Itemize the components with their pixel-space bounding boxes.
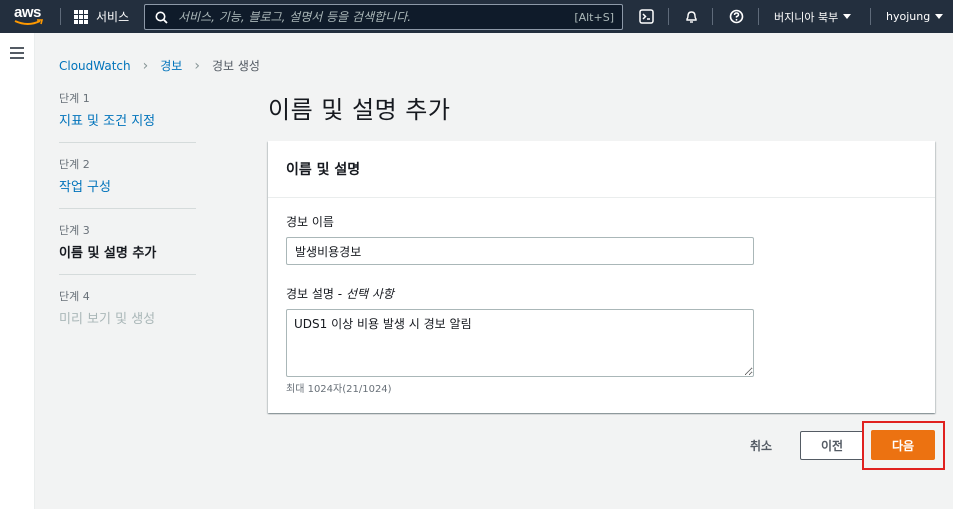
services-menu-button[interactable]: 서비스 [74, 0, 129, 33]
side-navigation-rail [0, 33, 35, 509]
nav-divider [668, 8, 669, 25]
cancel-button[interactable]: 취소 [738, 431, 784, 459]
bell-icon [685, 11, 697, 23]
step-link[interactable]: 지표 및 조건 지정 [59, 110, 196, 129]
region-label: 버지니아 북부 [774, 10, 839, 24]
step-number: 단계 2 [59, 158, 90, 171]
name-description-panel: 이름 및 설명 경보 이름 경보 설명 - 선택 사항 UDS1 이상 비용 발… [268, 141, 935, 413]
caret-down-icon [843, 14, 852, 19]
notifications-button[interactable] [680, 0, 702, 33]
menu-icon[interactable] [10, 47, 24, 62]
user-label: hyojung [886, 10, 931, 23]
caret-down-icon [935, 14, 944, 19]
aws-logo[interactable]: aws [12, 4, 46, 30]
account-menu[interactable]: hyojung [886, 0, 944, 33]
top-navigation: aws 서비스 [Alt+S] [0, 0, 953, 33]
region-selector[interactable]: 버지니아 북부 [774, 0, 852, 33]
panel-header: 이름 및 설명 [268, 141, 935, 198]
help-button[interactable] [724, 0, 748, 33]
previous-button[interactable]: 이전 [800, 431, 864, 460]
breadcrumb-alarms[interactable]: 경보 [160, 57, 182, 74]
character-count-hint: 최대 1024자(21/1024) [286, 384, 392, 395]
description-label-text: 경보 설명 - [286, 287, 346, 301]
optional-label: 선택 사항 [345, 287, 394, 301]
nav-divider [60, 8, 61, 25]
help-icon [729, 9, 743, 24]
search-shortcut-hint: [Alt+S] [574, 10, 614, 24]
search-bar[interactable]: [Alt+S] [144, 4, 623, 30]
step-number: 단계 3 [59, 224, 90, 237]
breadcrumb-create-alarm: 경보 생성 [211, 59, 260, 73]
services-label: 서비스 [96, 10, 130, 24]
alarm-description-textarea[interactable]: UDS1 이상 비용 발생 시 경보 알림 [286, 309, 754, 377]
chevron-right-icon: › [142, 57, 149, 74]
nav-divider [712, 8, 713, 25]
breadcrumb: CloudWatch › 경보 › 경보 생성 [59, 57, 260, 74]
step-number: 단계 4 [59, 290, 90, 303]
search-icon [155, 11, 168, 24]
next-button[interactable]: 다음 [871, 430, 935, 460]
page-title: 이름 및 설명 추가 [268, 96, 451, 124]
cloudshell-button[interactable] [634, 0, 658, 33]
wizard-step-4: 단계 4 미리 보기 및 생성 [59, 288, 196, 340]
breadcrumb-cloudwatch[interactable]: CloudWatch [59, 59, 131, 73]
wizard-steps: 단계 1 지표 및 조건 지정 단계 2 작업 구성 단계 3 이름 및 설명 … [59, 90, 196, 353]
terminal-icon [638, 9, 654, 24]
nav-divider [870, 8, 871, 25]
step-label-disabled: 미리 보기 및 생성 [59, 312, 156, 327]
chevron-right-icon: › [194, 57, 200, 74]
grid-icon [74, 9, 88, 24]
step-link[interactable]: 작업 구성 [59, 176, 196, 195]
nav-divider [758, 8, 759, 25]
wizard-step-1: 단계 1 지표 및 조건 지정 [59, 90, 196, 143]
alarm-name-label: 경보 이름 [286, 215, 334, 229]
wizard-step-2: 단계 2 작업 구성 [59, 156, 196, 209]
search-input[interactable] [178, 10, 575, 24]
step-number: 단계 1 [59, 92, 90, 105]
alarm-description-label: 경보 설명 - 선택 사항 [286, 285, 394, 302]
aws-smile-icon [14, 19, 44, 25]
alarm-name-input[interactable] [286, 237, 754, 265]
step-label-current: 이름 및 설명 추가 [59, 246, 157, 261]
wizard-step-3: 단계 3 이름 및 설명 추가 [59, 222, 196, 275]
